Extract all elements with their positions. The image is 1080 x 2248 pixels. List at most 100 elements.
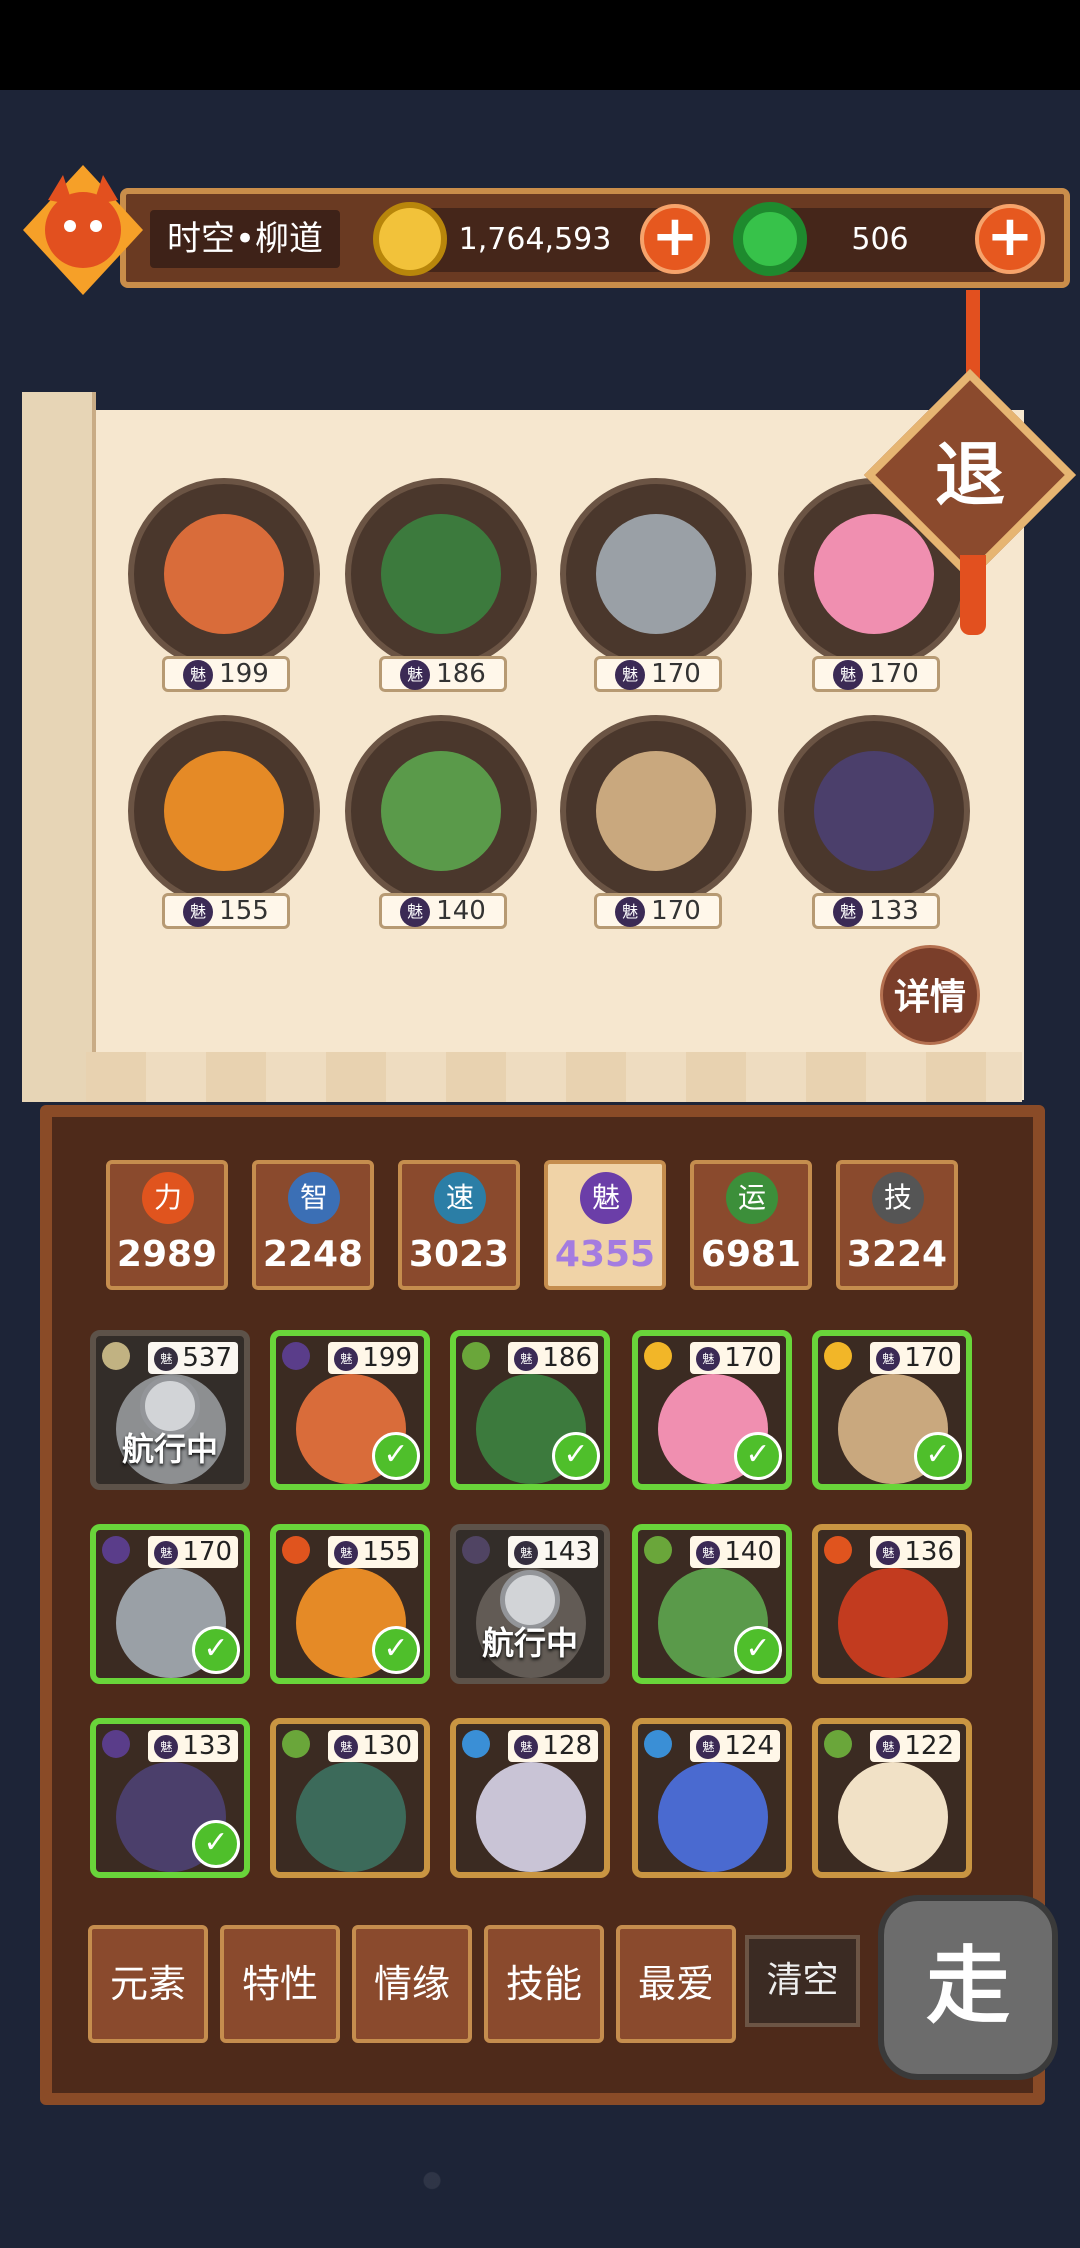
element-icon bbox=[462, 1342, 490, 1370]
check-icon: ✓ bbox=[372, 1432, 420, 1480]
filter-button[interactable]: 技能 bbox=[484, 1925, 604, 2043]
add-coins-button[interactable]: + bbox=[640, 204, 710, 274]
hero-charm-value: 130 bbox=[362, 1731, 412, 1761]
sailing-status: 航行中 bbox=[121, 1430, 218, 1468]
hero-charm-value: 155 bbox=[362, 1537, 412, 1567]
stat-tab[interactable]: 魅 4355 bbox=[544, 1160, 666, 1290]
charm-icon: 魅 bbox=[696, 1346, 721, 1371]
stat-tab[interactable]: 智 2248 bbox=[252, 1160, 374, 1290]
detail-button[interactable]: 详情 bbox=[880, 945, 980, 1045]
selected-hero[interactable]: 魅 170 bbox=[560, 715, 756, 929]
hero-charm-value: 170 bbox=[869, 659, 919, 689]
filter-button[interactable]: 情缘 bbox=[352, 1925, 472, 2043]
charm-icon: 魅 bbox=[833, 896, 864, 927]
hero-portrait bbox=[296, 1762, 406, 1872]
hero-charm-badge: 魅 170 bbox=[594, 656, 722, 692]
hero-portrait bbox=[345, 478, 537, 670]
hero-portrait bbox=[560, 715, 752, 907]
stat-tab[interactable]: 速 3023 bbox=[398, 1160, 520, 1290]
element-icon bbox=[102, 1536, 130, 1564]
element-icon bbox=[462, 1536, 490, 1564]
hero-card[interactable]: 魅 130 bbox=[270, 1718, 430, 1878]
status-bar bbox=[0, 0, 1080, 90]
hero-card[interactable]: 魅 133 ✓ bbox=[90, 1718, 250, 1878]
charm-icon: 魅 bbox=[154, 1540, 179, 1565]
hero-charm-badge: 魅 155 bbox=[162, 893, 290, 929]
stat-icon: 技 bbox=[872, 1172, 924, 1224]
location-label: 时空•柳道 bbox=[150, 210, 340, 268]
stat-value: 6981 bbox=[700, 1234, 802, 1275]
charm-icon: 魅 bbox=[183, 896, 214, 927]
filter-button[interactable]: 元素 bbox=[88, 1925, 208, 2043]
hero-charm-value: 140 bbox=[724, 1537, 774, 1567]
selected-hero[interactable]: 魅 133 bbox=[778, 715, 974, 929]
hero-card[interactable]: 魅 128 bbox=[450, 1718, 610, 1878]
scroll-roll bbox=[22, 392, 96, 1102]
hero-card[interactable]: 魅 140 ✓ bbox=[632, 1524, 792, 1684]
clear-button[interactable]: 清空 bbox=[745, 1935, 860, 2027]
hero-charm-value: 186 bbox=[436, 659, 486, 689]
hero-card[interactable]: 魅 199 ✓ bbox=[270, 1330, 430, 1490]
selected-hero[interactable]: 魅 170 bbox=[560, 478, 756, 692]
charm-icon: 魅 bbox=[334, 1346, 359, 1371]
hero-charm-badge: 魅 140 bbox=[379, 893, 507, 929]
charm-icon: 魅 bbox=[334, 1734, 359, 1759]
hero-card[interactable]: 魅 155 ✓ bbox=[270, 1524, 430, 1684]
hero-portrait bbox=[128, 715, 320, 907]
hero-card[interactable]: 魅 170 ✓ bbox=[632, 1330, 792, 1490]
hero-charm-value: 140 bbox=[436, 896, 486, 926]
check-icon: ✓ bbox=[734, 1432, 782, 1480]
hero-charm-value: 124 bbox=[724, 1731, 774, 1761]
hero-charm-badge: 魅 128 bbox=[508, 1730, 598, 1762]
stat-value: 2989 bbox=[116, 1234, 218, 1275]
charm-icon: 魅 bbox=[696, 1734, 721, 1759]
filter-button[interactable]: 特性 bbox=[220, 1925, 340, 2043]
selected-hero[interactable]: 魅 140 bbox=[345, 715, 541, 929]
hero-card[interactable]: 魅 170 ✓ bbox=[812, 1330, 972, 1490]
hero-charm-value: 186 bbox=[542, 1343, 592, 1373]
hero-charm-value: 170 bbox=[651, 659, 701, 689]
charm-icon: 魅 bbox=[154, 1734, 179, 1759]
stat-tab[interactable]: 运 6981 bbox=[690, 1160, 812, 1290]
hero-card[interactable]: 魅 537 航行中 bbox=[90, 1330, 250, 1490]
stat-value: 4355 bbox=[554, 1234, 656, 1275]
charm-icon: 魅 bbox=[876, 1734, 901, 1759]
add-jade-button[interactable]: + bbox=[975, 204, 1045, 274]
check-icon: ✓ bbox=[192, 1820, 240, 1868]
stat-tab[interactable]: 技 3224 bbox=[836, 1160, 958, 1290]
filter-button[interactable]: 最爱 bbox=[616, 1925, 736, 2043]
fox-avatar-icon[interactable] bbox=[18, 160, 148, 300]
hero-card[interactable]: 魅 143 航行中 bbox=[450, 1524, 610, 1684]
hero-card[interactable]: 魅 122 bbox=[812, 1718, 972, 1878]
element-icon bbox=[282, 1342, 310, 1370]
charm-icon: 魅 bbox=[400, 896, 431, 927]
hero-card[interactable]: 魅 170 ✓ bbox=[90, 1524, 250, 1684]
selected-hero[interactable]: 魅 199 bbox=[128, 478, 324, 692]
charm-icon: 魅 bbox=[183, 659, 214, 690]
scroll-wave bbox=[86, 1052, 1022, 1102]
hero-charm-badge: 魅 199 bbox=[162, 656, 290, 692]
selected-hero[interactable]: 魅 186 bbox=[345, 478, 541, 692]
hero-portrait bbox=[658, 1762, 768, 1872]
go-button[interactable]: 走 bbox=[878, 1895, 1058, 2080]
stat-value: 3224 bbox=[846, 1234, 948, 1275]
hero-charm-value: 170 bbox=[651, 896, 701, 926]
exit-label[interactable]: 退 bbox=[895, 420, 1045, 530]
hero-card[interactable]: 魅 136 bbox=[812, 1524, 972, 1684]
charm-icon: 魅 bbox=[615, 659, 646, 690]
hero-charm-value: 170 bbox=[724, 1343, 774, 1373]
stat-icon: 力 bbox=[142, 1172, 194, 1224]
hero-card[interactable]: 魅 186 ✓ bbox=[450, 1330, 610, 1490]
check-icon: ✓ bbox=[372, 1626, 420, 1674]
hero-charm-value: 537 bbox=[182, 1343, 232, 1373]
hero-charm-badge: 魅 140 bbox=[690, 1536, 780, 1568]
charm-icon: 魅 bbox=[514, 1540, 539, 1565]
hero-portrait bbox=[128, 478, 320, 670]
stat-tab[interactable]: 力 2989 bbox=[106, 1160, 228, 1290]
hero-charm-badge: 魅 155 bbox=[328, 1536, 418, 1568]
hero-card[interactable]: 魅 124 bbox=[632, 1718, 792, 1878]
charm-icon: 魅 bbox=[334, 1540, 359, 1565]
jade-icon bbox=[733, 202, 807, 276]
hero-charm-badge: 魅 199 bbox=[328, 1342, 418, 1374]
selected-hero[interactable]: 魅 155 bbox=[128, 715, 324, 929]
